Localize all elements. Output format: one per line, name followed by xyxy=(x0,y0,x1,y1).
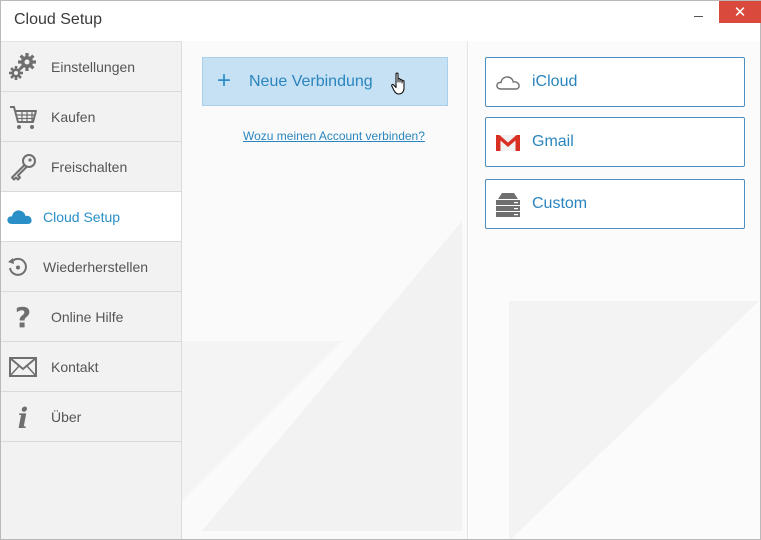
app-window: Cloud Setup ✕ Einstellungen Kaufen Freis… xyxy=(0,0,761,540)
cloud-icon xyxy=(5,203,35,231)
question-icon: ? xyxy=(8,302,38,332)
svg-text:?: ? xyxy=(15,302,31,332)
background-facet xyxy=(509,301,759,539)
sidebar-item-kontakt[interactable]: Kontakt xyxy=(1,342,181,392)
gmail-icon xyxy=(495,130,521,156)
window-title: Cloud Setup xyxy=(14,11,103,28)
cart-icon xyxy=(8,103,38,131)
provider-label: Custom xyxy=(532,195,588,212)
new-connection-label: Neue Verbindung xyxy=(249,72,373,90)
sidebar-item-einstellungen[interactable]: Einstellungen xyxy=(1,42,181,92)
sidebar-item-label: Online Hilfe xyxy=(51,308,124,325)
new-connection-button[interactable]: + Neue Verbindung xyxy=(202,57,448,106)
restore-icon xyxy=(3,253,33,281)
plus-icon: + xyxy=(217,67,232,94)
sidebar-item-label: Über xyxy=(51,408,82,425)
sidebar-item-ueber[interactable]: i Über xyxy=(1,392,181,442)
minimize-icon xyxy=(693,15,703,17)
sidebar-item-label: Wiederherstellen xyxy=(43,258,149,275)
server-icon xyxy=(495,192,521,218)
sidebar-item-cloud-setup[interactable]: Cloud Setup xyxy=(1,192,181,242)
providers-panel: iCloud Gmail Custom xyxy=(469,41,760,539)
sidebar-item-label: Freischalten xyxy=(51,158,128,175)
sidebar-item-label: Einstellungen xyxy=(51,58,136,75)
envelope-icon xyxy=(8,353,38,381)
info-icon: i xyxy=(8,402,38,432)
sidebar-item-label: Kontakt xyxy=(51,358,99,375)
sidebar-item-online-hilfe[interactable]: ? Online Hilfe xyxy=(1,292,181,342)
cloud-outline-icon xyxy=(495,70,521,96)
background-facet xyxy=(182,341,342,539)
gears-icon xyxy=(8,53,38,81)
sidebar-item-label: Kaufen xyxy=(51,108,96,125)
connections-panel: + Neue Verbindung Wozu meinen Account ve… xyxy=(182,41,468,539)
sidebar-item-wiederherstellen[interactable]: Wiederherstellen xyxy=(1,242,181,292)
key-icon xyxy=(8,153,38,181)
provider-icloud-button[interactable]: iCloud xyxy=(485,57,745,107)
svg-text:i: i xyxy=(18,402,29,432)
provider-label: Gmail xyxy=(532,133,574,150)
provider-custom-button[interactable]: Custom xyxy=(485,179,745,229)
sidebar-item-label: Cloud Setup xyxy=(43,208,121,225)
sidebar-item-kaufen[interactable]: Kaufen xyxy=(1,92,181,142)
sidebar: Einstellungen Kaufen Freischalten Cloud … xyxy=(1,41,182,539)
provider-gmail-button[interactable]: Gmail xyxy=(485,117,745,167)
title-bar: Cloud Setup ✕ xyxy=(1,1,761,41)
why-connect-link[interactable]: Wozu meinen Account verbinden? xyxy=(243,129,425,143)
close-icon: ✕ xyxy=(733,2,747,21)
sidebar-item-freischalten[interactable]: Freischalten xyxy=(1,142,181,192)
close-button[interactable]: ✕ xyxy=(719,1,761,23)
hand-cursor-icon xyxy=(391,72,409,101)
provider-label: iCloud xyxy=(532,73,578,90)
minimize-button[interactable] xyxy=(685,1,711,27)
